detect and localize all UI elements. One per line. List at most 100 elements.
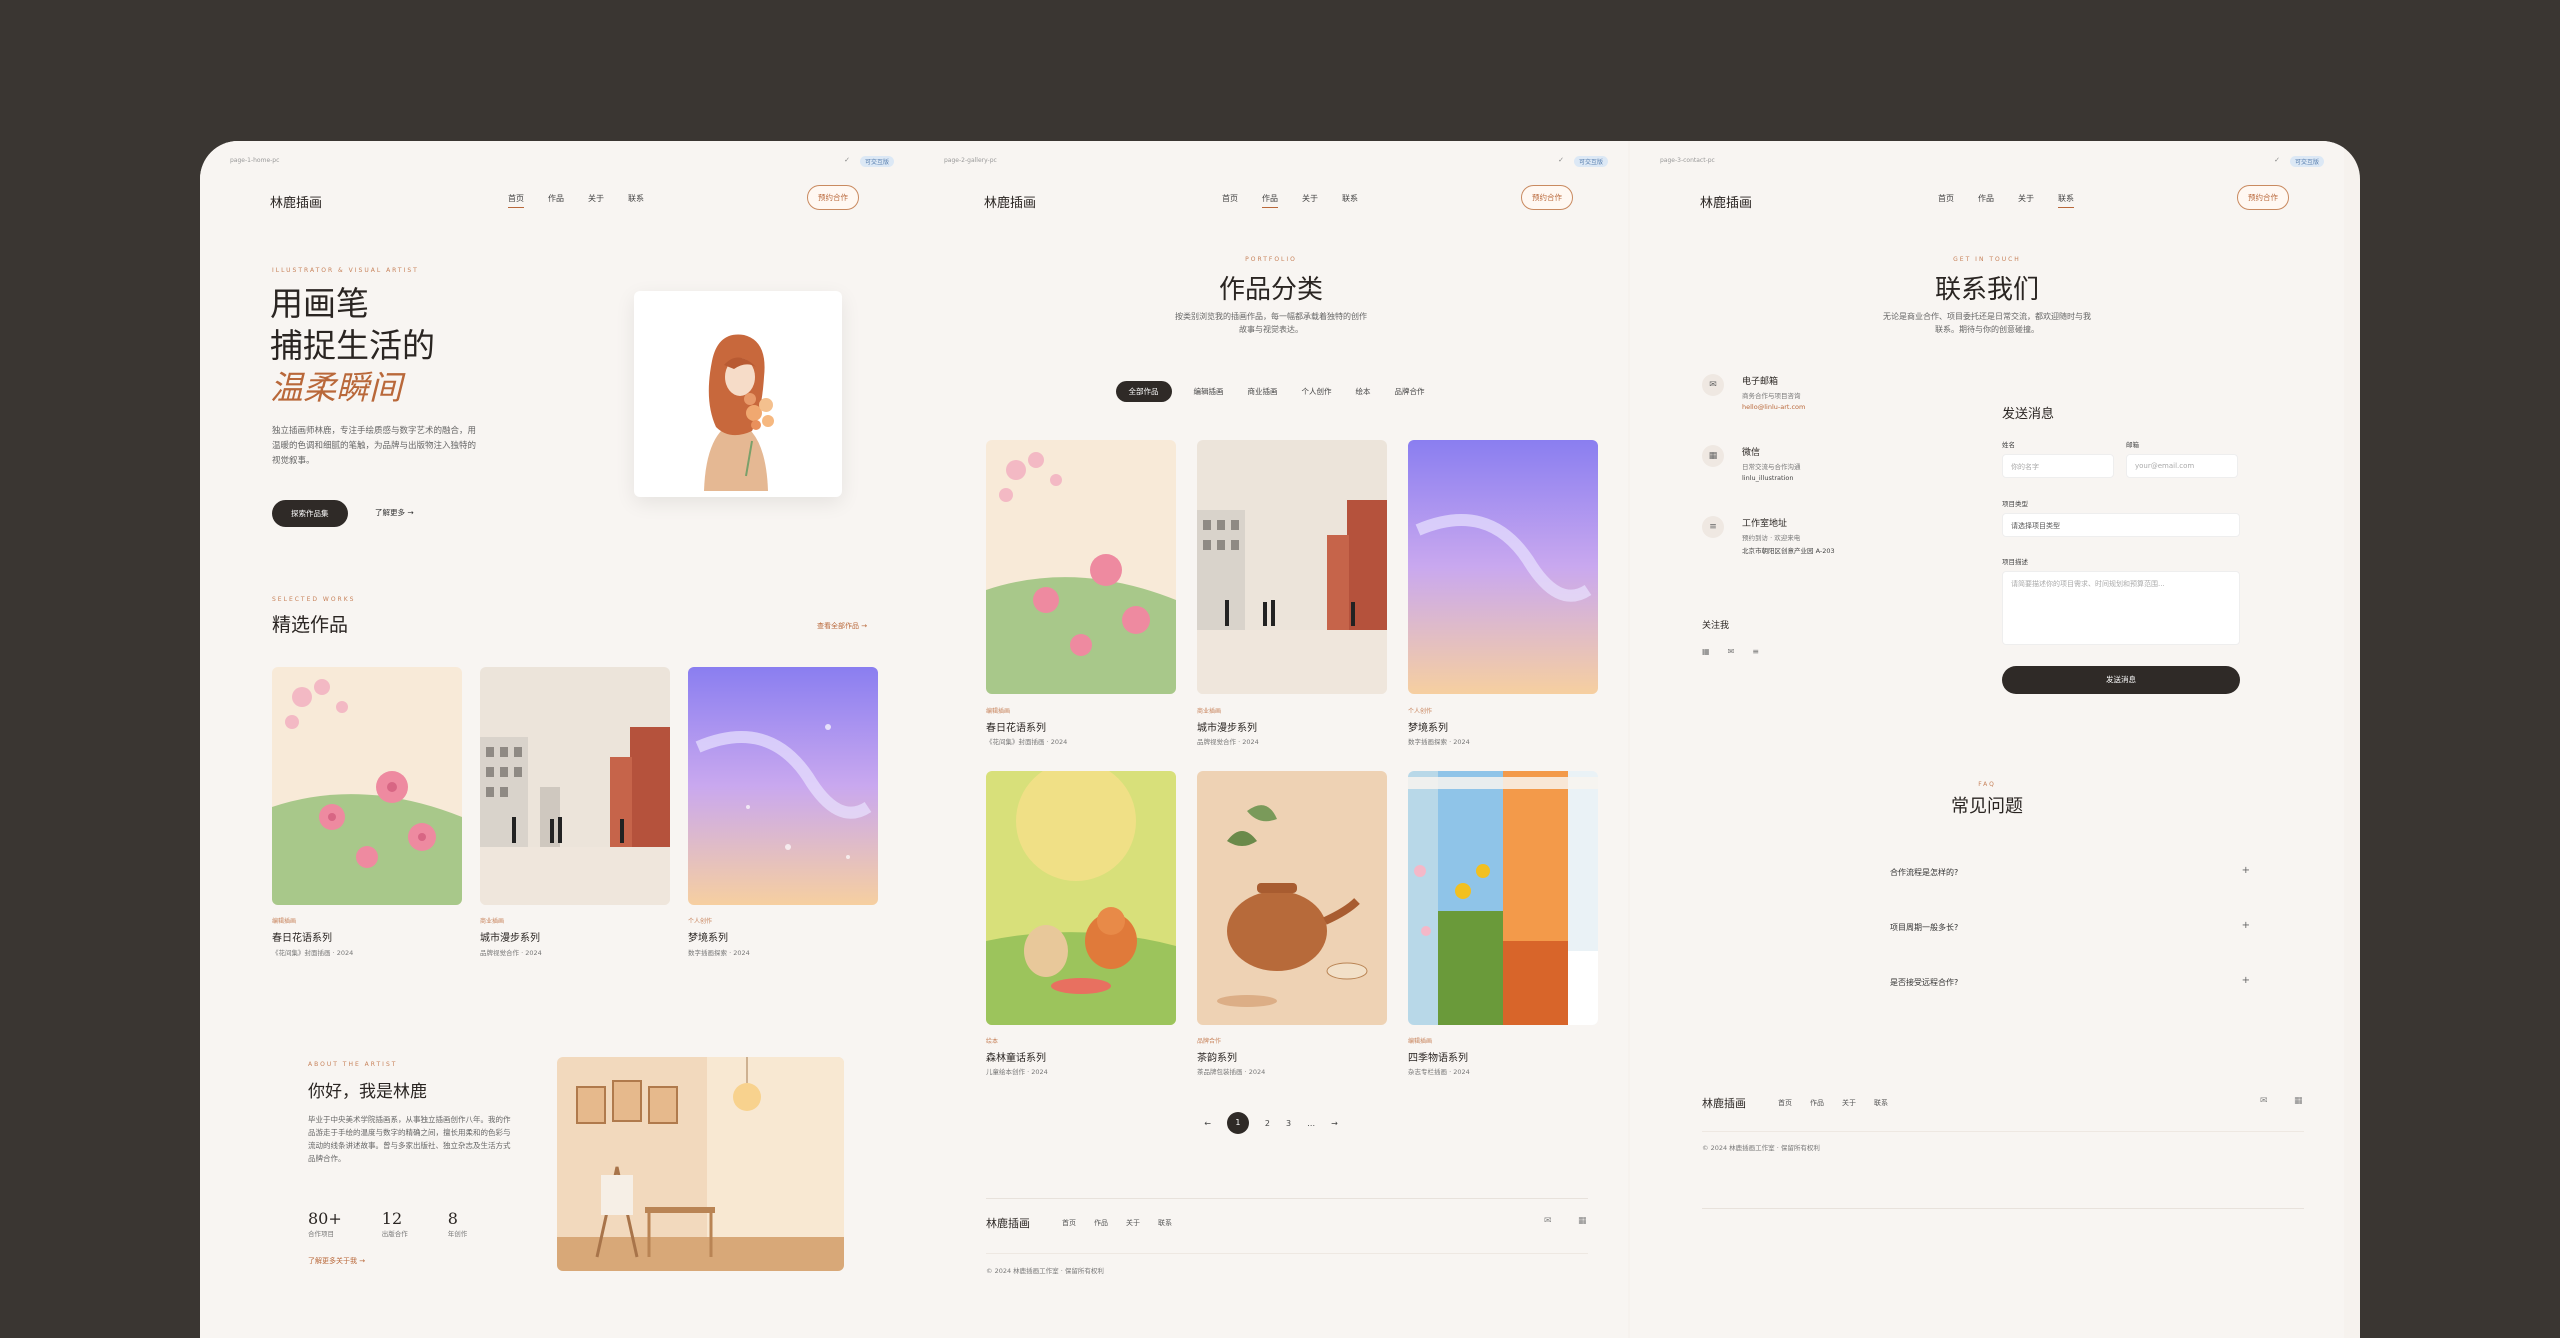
book-collab-button[interactable]: 预约合作 xyxy=(1521,185,1573,210)
nav-works[interactable]: 作品 xyxy=(1978,193,1994,208)
project-desc-textarea[interactable]: 请简要描述你的项目需求、时间规划和预算范围... xyxy=(2002,571,2240,645)
name-input[interactable]: 你的名字 xyxy=(2002,454,2114,478)
artwork-four-seasons[interactable] xyxy=(1408,771,1598,1025)
four-seasons-image xyxy=(1408,771,1598,1025)
mail-icon[interactable]: ✉ xyxy=(1544,1216,1552,1226)
nav-works[interactable]: 作品 xyxy=(548,193,564,208)
gallery-header: PORTFOLIO 作品分类 按类别浏览我的插画作品，每一幅都承载着独特的创作 … xyxy=(914,256,1628,336)
selected-card-3-text: 个人创作 梦境系列 数字插画探索 · 2024 xyxy=(688,916,750,957)
wechat-icon[interactable]: ▦ xyxy=(2294,1096,2303,1106)
gallery-desc-line2: 故事与视觉表达。 xyxy=(1239,325,1303,334)
wechat-icon[interactable]: ▦ xyxy=(1702,647,1710,656)
filter-tabs: 全部作品 编辑插画 商业插画 个人创作 绘本 品牌合作 xyxy=(914,381,1628,402)
footer-link-about[interactable]: 关于 xyxy=(1126,1218,1140,1228)
prev-page-icon[interactable]: ← xyxy=(1204,1119,1211,1128)
wechat-icon[interactable]: ▦ xyxy=(1578,1216,1587,1226)
nav-about[interactable]: 关于 xyxy=(588,193,604,208)
nav-contact[interactable]: 联系 xyxy=(1342,193,1358,208)
page-3[interactable]: 3 xyxy=(1286,1119,1291,1128)
selected-card-1-text: 编辑插画 春日花语系列 《花间集》封面插画 · 2024 xyxy=(272,916,353,957)
nav-home[interactable]: 首页 xyxy=(508,193,524,208)
logo[interactable]: 林鹿插画 xyxy=(1700,192,1752,211)
next-page-icon[interactable]: → xyxy=(1331,1119,1338,1128)
artwork-city-walk[interactable] xyxy=(480,667,670,905)
faq-item-2[interactable]: 项目周期一般多长? + xyxy=(1890,920,2250,936)
nav-works[interactable]: 作品 xyxy=(1262,193,1278,208)
submit-button[interactable]: 发送消息 xyxy=(2002,666,2240,694)
email-link[interactable]: hello@linlu-art.com xyxy=(1742,403,1805,411)
forest-tale-image xyxy=(986,771,1176,1025)
logo[interactable]: 林鹿插画 xyxy=(270,192,322,211)
nav-about[interactable]: 关于 xyxy=(2018,193,2034,208)
filter-commercial[interactable]: 商业插画 xyxy=(1246,381,1280,402)
gallery-eyebrow: PORTFOLIO xyxy=(1245,256,1297,263)
footer-divider-2 xyxy=(986,1253,1588,1254)
book-collab-button[interactable]: 预约合作 xyxy=(807,185,859,210)
top-nav: 林鹿插画 首页 作品 关于 联系 预约合作 xyxy=(1700,183,2289,213)
faq-item-3[interactable]: 是否接受远程合作? + xyxy=(1890,975,2250,991)
email-input[interactable]: your@email.com xyxy=(2126,454,2238,478)
footer-copyright: © 2024 林鹿插画工作室 · 保留所有权利 xyxy=(1702,1144,1820,1152)
wechat-icon: ▦ xyxy=(1702,445,1724,467)
page-1[interactable]: 1 xyxy=(1226,1112,1249,1134)
footer-link-contact[interactable]: 联系 xyxy=(1874,1098,1888,1108)
artwork-spring-flowers[interactable] xyxy=(986,440,1176,694)
email-label: 邮箱 xyxy=(2126,441,2139,449)
mail-icon[interactable]: ✉ xyxy=(1728,647,1735,656)
faq-item-1[interactable]: 合作流程是怎样的? + xyxy=(1890,865,2250,881)
mail-icon[interactable]: ✉ xyxy=(2260,1096,2268,1106)
artwork-tea[interactable] xyxy=(1197,771,1387,1025)
nav-home[interactable]: 首页 xyxy=(1938,193,1954,208)
interactive-badge: 可交互版 xyxy=(2289,156,2324,167)
card-subtitle: 杂志专栏插画 · 2024 xyxy=(1408,1068,1470,1076)
artwork-spring-flowers[interactable] xyxy=(272,667,462,905)
project-type-select[interactable]: 请选择项目类型 xyxy=(2002,513,2240,537)
nav-contact[interactable]: 联系 xyxy=(2058,193,2074,208)
learn-more-link[interactable]: 了解更多 → xyxy=(375,507,414,518)
artwork-forest-tale[interactable] xyxy=(986,771,1176,1025)
artwork-city-walk[interactable] xyxy=(1197,440,1387,694)
filter-all[interactable]: 全部作品 xyxy=(1115,381,1172,402)
gallery-card-6-text: 编辑插画 四季物语系列 杂志专栏插画 · 2024 xyxy=(1408,1036,1470,1076)
nav-contact[interactable]: 联系 xyxy=(628,193,644,208)
info-title: 工作室地址 xyxy=(1742,519,1788,529)
footer-link-home[interactable]: 首页 xyxy=(1778,1098,1792,1108)
about-eyebrow: ABOUT THE ARTIST xyxy=(308,1061,398,1068)
nav-home[interactable]: 首页 xyxy=(1222,193,1238,208)
footer-logo[interactable]: 林鹿插画 xyxy=(1702,1095,1746,1111)
filter-editorial[interactable]: 编辑插画 xyxy=(1192,381,1226,402)
view-all-label: 查看全部作品 xyxy=(817,622,859,630)
nav-about[interactable]: 关于 xyxy=(1302,193,1318,208)
stat-years: 8 年创作 xyxy=(448,1209,468,1238)
card-title: 春日花语系列 xyxy=(272,933,332,944)
footer-link-works[interactable]: 作品 xyxy=(1810,1098,1824,1108)
book-collab-button[interactable]: 预约合作 xyxy=(2237,185,2289,210)
url-bar: page-3-contact-pc ✓ 可交互版 xyxy=(1660,156,2324,169)
footer-link-home[interactable]: 首页 xyxy=(1062,1218,1076,1228)
artwork-dream[interactable] xyxy=(1408,440,1598,694)
contact-page: page-3-contact-pc ✓ 可交互版 林鹿插画 首页 作品 关于 联… xyxy=(1630,141,2344,1338)
footer-link-works[interactable]: 作品 xyxy=(1094,1218,1108,1228)
about-desc: 毕业于中央美术学院插画系，从事独立插画创作八年。我的作品游走于手绘的温度与数字的… xyxy=(308,1115,511,1163)
desc-label: 项目描述 xyxy=(2002,558,2028,566)
about-more-link[interactable]: 了解更多关于我 → xyxy=(308,1256,365,1266)
footer-logo[interactable]: 林鹿插画 xyxy=(986,1215,1030,1231)
explore-portfolio-button[interactable]: 探索作品集 xyxy=(272,500,348,527)
artwork-dream[interactable] xyxy=(688,667,878,905)
page-2[interactable]: 2 xyxy=(1265,1119,1270,1128)
filter-brand[interactable]: 品牌合作 xyxy=(1393,381,1427,402)
filter-picture-book[interactable]: 绘本 xyxy=(1354,381,1373,402)
studio-photo xyxy=(557,1057,844,1271)
footer-link-about[interactable]: 关于 xyxy=(1842,1098,1856,1108)
menu-icon[interactable]: ≡ xyxy=(1752,647,1759,656)
footer-link-contact[interactable]: 联系 xyxy=(1158,1218,1172,1228)
view-all-link[interactable]: 查看全部作品 → xyxy=(817,621,867,631)
page-ellipsis: … xyxy=(1307,1118,1316,1128)
gallery-card-1-text: 编辑插画 春日花语系列 《花间集》封面插画 · 2024 xyxy=(986,706,1067,746)
logo[interactable]: 林鹿插画 xyxy=(984,192,1036,211)
filter-personal[interactable]: 个人创作 xyxy=(1300,381,1334,402)
footer-links: 首页 作品 关于 联系 xyxy=(1778,1098,1888,1108)
follow-label: 关注我 xyxy=(1702,621,1730,631)
dream-image xyxy=(688,667,878,905)
gallery-desc: 按类别浏览我的插画作品，每一幅都承载着独特的创作 故事与视觉表达。 xyxy=(914,310,1628,336)
